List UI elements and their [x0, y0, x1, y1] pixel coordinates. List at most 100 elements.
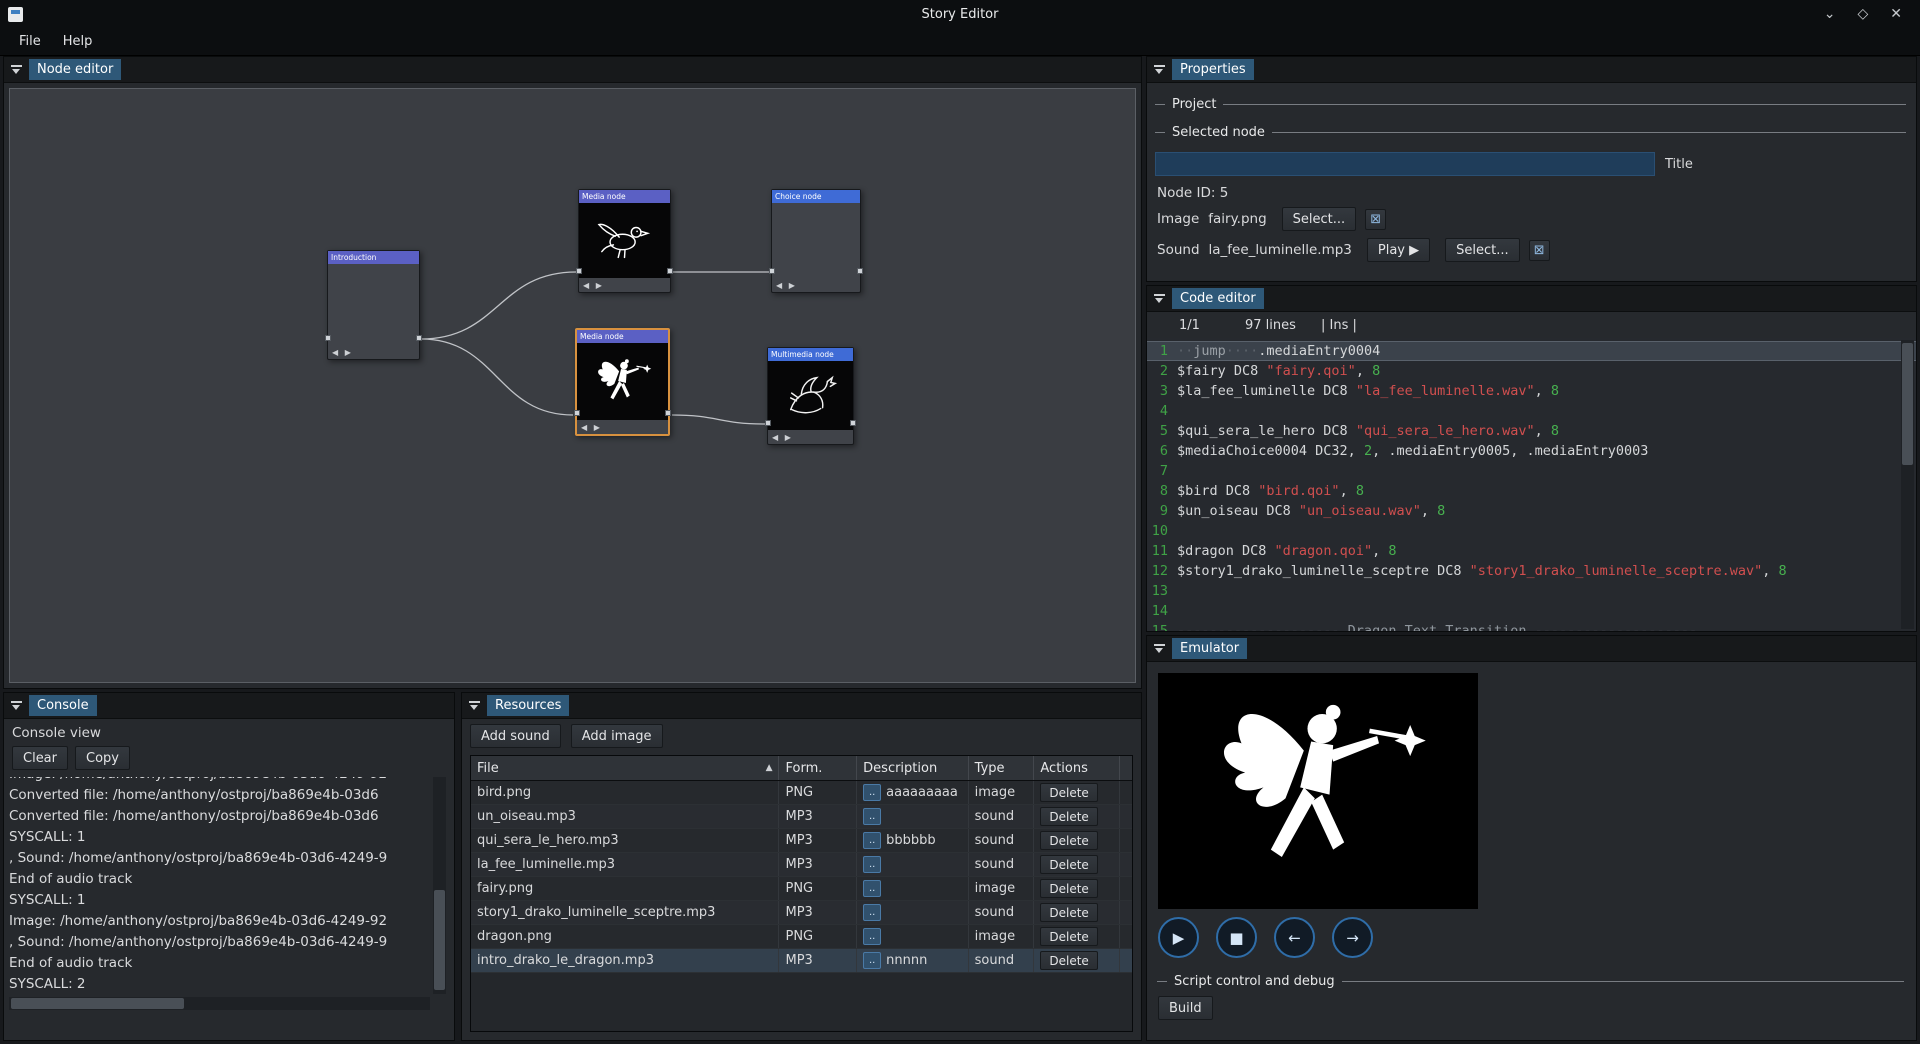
minimize-icon[interactable]: ⌄	[1824, 6, 1836, 22]
edit-description-button[interactable]: ..	[863, 808, 881, 825]
edit-description-button[interactable]: ..	[863, 856, 881, 873]
input-pin[interactable]	[765, 420, 771, 426]
select-sound-button[interactable]: Select...	[1445, 238, 1520, 262]
intro-node[interactable]: Introduction◀ ▶	[327, 250, 420, 360]
code-editor-area[interactable]: 1··jump····.mediaEntry00042$fairy DC8 "f…	[1147, 338, 1916, 631]
edit-description-button[interactable]: ..	[863, 880, 881, 897]
select-image-button[interactable]: Select...	[1282, 207, 1357, 231]
scrollbar-thumb[interactable]	[1902, 343, 1913, 465]
step-back-button[interactable]: ←	[1274, 917, 1315, 958]
table-row[interactable]: un_oiseau.mp3MP3..soundDelete	[471, 805, 1132, 829]
code-line[interactable]: 7	[1147, 461, 1916, 481]
clear-button[interactable]: Clear	[12, 746, 68, 770]
code-line[interactable]: 9$un_oiseau DC8 "un_oiseau.wav", 8	[1147, 501, 1916, 521]
play-sound-button[interactable]: Play ▶	[1367, 238, 1430, 262]
delete-button[interactable]: Delete	[1040, 879, 1097, 898]
console-output[interactable]: Image: /home/anthony/ostproj/ba869e4b-03…	[9, 777, 430, 994]
console-horizontal-scrollbar[interactable]	[9, 997, 430, 1010]
collapse-icon[interactable]	[1154, 294, 1165, 304]
edit-description-button[interactable]: ..	[863, 904, 881, 921]
output-pin[interactable]	[857, 268, 863, 274]
step-forward-button[interactable]: →	[1332, 917, 1373, 958]
node-title-input[interactable]	[1155, 152, 1655, 176]
table-row[interactable]: dragon.pngPNG..imageDelete	[471, 925, 1132, 949]
code-line[interactable]: 12$story1_drako_luminelle_sceptre DC8 "s…	[1147, 561, 1916, 581]
table-row[interactable]: story1_drako_luminelle_sceptre.mp3MP3..s…	[471, 901, 1132, 925]
bird-media-node[interactable]: Media node◀ ▶	[578, 189, 671, 293]
code-line[interactable]: 11$dragon DC8 "dragon.qoi", 8	[1147, 541, 1916, 561]
code-line[interactable]: 5$qui_sera_le_hero DC8 "qui_sera_le_hero…	[1147, 421, 1916, 441]
delete-button[interactable]: Delete	[1040, 951, 1097, 970]
column-header-actions[interactable]: Actions	[1034, 756, 1120, 780]
restore-icon[interactable]: ◇	[1857, 6, 1868, 22]
delete-button[interactable]: Delete	[1040, 927, 1097, 946]
code-editor-tab[interactable]: Code editor	[1172, 288, 1264, 309]
output-pin[interactable]	[665, 410, 671, 416]
output-pin[interactable]	[416, 335, 422, 341]
console-vertical-scrollbar[interactable]	[433, 777, 446, 994]
play-button[interactable]: ▶	[1158, 917, 1199, 958]
console-tab[interactable]: Console	[29, 695, 97, 716]
copy-button[interactable]: Copy	[75, 746, 130, 770]
delete-button[interactable]: Delete	[1040, 807, 1097, 826]
table-row[interactable]: intro_drako_le_dragon.mp3MP3..nnnnnsound…	[471, 949, 1132, 973]
output-pin[interactable]	[667, 268, 673, 274]
node-canvas[interactable]: Introduction◀ ▶ Media node◀ ▶ Choice node◀…	[9, 88, 1136, 683]
edit-description-button[interactable]: ..	[863, 832, 881, 849]
input-pin[interactable]	[769, 268, 775, 274]
code-line[interactable]: 3$la_fee_luminelle DC8 "la_fee_luminelle…	[1147, 381, 1916, 401]
choice-node[interactable]: Choice node◀ ▶	[771, 189, 861, 293]
delete-button[interactable]: Delete	[1040, 855, 1097, 874]
delete-button[interactable]: Delete	[1040, 783, 1097, 802]
code-line[interactable]: 13	[1147, 581, 1916, 601]
emulator-tab[interactable]: Emulator	[1172, 638, 1247, 659]
code-line[interactable]: 1··jump····.mediaEntry0004	[1147, 341, 1916, 361]
add-image-button[interactable]: Add image	[571, 724, 663, 748]
code-line[interactable]: 4	[1147, 401, 1916, 421]
node-editor-tab[interactable]: Node editor	[29, 59, 121, 80]
table-row[interactable]: fairy.pngPNG..imageDelete	[471, 877, 1132, 901]
column-header-format[interactable]: Form.	[779, 756, 857, 780]
edit-description-button[interactable]: ..	[863, 952, 881, 969]
input-pin[interactable]	[576, 268, 582, 274]
table-row[interactable]: la_fee_luminelle.mp3MP3..soundDelete	[471, 853, 1132, 877]
menu-file[interactable]: File	[8, 31, 52, 52]
table-row[interactable]: qui_sera_le_hero.mp3MP3..bbbbbbsoundDele…	[471, 829, 1132, 853]
build-button[interactable]: Build	[1158, 996, 1213, 1020]
fairy-media-node[interactable]: Media node◀ ▶	[575, 328, 670, 436]
code-line[interactable]: 8$bird DC8 "bird.qoi", 8	[1147, 481, 1916, 501]
delete-button[interactable]: Delete	[1040, 831, 1097, 850]
scrollbar-thumb[interactable]	[11, 998, 184, 1009]
edit-description-button[interactable]: ..	[863, 928, 881, 945]
column-header-type[interactable]: Type	[969, 756, 1035, 780]
collapse-icon[interactable]	[1154, 65, 1165, 75]
edit-description-button[interactable]: ..	[863, 784, 881, 801]
code-line[interactable]: 6$mediaChoice0004 DC32, 2, .mediaEntry00…	[1147, 441, 1916, 461]
resources-tab[interactable]: Resources	[487, 695, 569, 716]
dragon-media-node[interactable]: Multimedia node◀ ▶	[767, 347, 854, 445]
clear-sound-icon[interactable]: ⊠	[1529, 240, 1550, 261]
code-line[interactable]: 14	[1147, 601, 1916, 621]
code-line[interactable]: 15-------------------- Dragon Text Trans…	[1147, 621, 1916, 631]
clear-image-icon[interactable]: ⊠	[1365, 209, 1386, 230]
collapse-icon[interactable]	[11, 701, 22, 711]
stop-button[interactable]: ■	[1216, 917, 1257, 958]
collapse-icon[interactable]	[11, 65, 22, 75]
properties-tab[interactable]: Properties	[1172, 59, 1254, 80]
column-header-file[interactable]: File ▲	[471, 756, 779, 780]
scrollbar-thumb[interactable]	[434, 890, 445, 990]
output-pin[interactable]	[850, 420, 856, 426]
code-line[interactable]: 2$fairy DC8 "fairy.qoi", 8	[1147, 361, 1916, 381]
code-line[interactable]: 10	[1147, 521, 1916, 541]
code-vertical-scrollbar[interactable]	[1901, 340, 1914, 629]
close-icon[interactable]: ✕	[1890, 6, 1902, 22]
collapse-icon[interactable]	[469, 701, 480, 711]
add-sound-button[interactable]: Add sound	[470, 724, 561, 748]
delete-button[interactable]: Delete	[1040, 903, 1097, 922]
menu-help[interactable]: Help	[52, 31, 104, 52]
input-pin[interactable]	[574, 410, 580, 416]
table-row[interactable]: bird.pngPNG..aaaaaaaaaimageDelete	[471, 781, 1132, 805]
collapse-icon[interactable]	[1154, 644, 1165, 654]
input-pin[interactable]	[325, 335, 331, 341]
column-header-description[interactable]: Description	[857, 756, 969, 780]
